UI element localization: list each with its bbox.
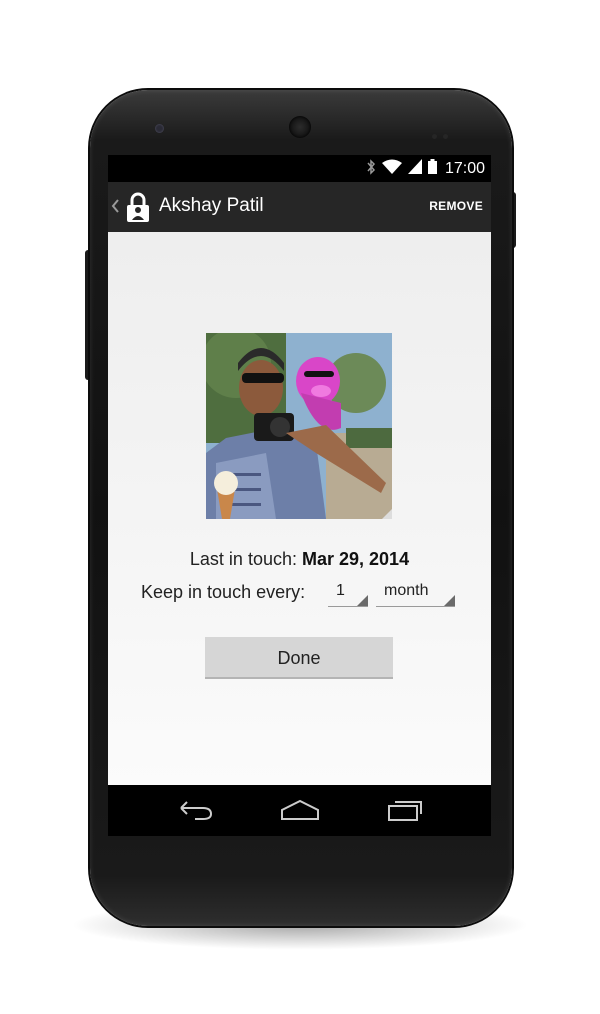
- keep-in-touch-row: Keep in touch every: 1 month: [108, 582, 491, 610]
- interval-unit-spinner[interactable]: month: [376, 582, 455, 607]
- spinner-arrow-icon: [357, 595, 368, 606]
- cell-signal-icon: [407, 159, 422, 179]
- battery-icon: [427, 159, 437, 179]
- lock-icon[interactable]: [124, 191, 152, 223]
- interval-value-spinner[interactable]: 1: [328, 582, 368, 607]
- bluetooth-icon: [366, 158, 376, 180]
- interval-unit: month: [384, 582, 429, 599]
- contact-detail-content: Last in touch: Mar 29, 2014 Keep in touc…: [108, 232, 491, 785]
- wifi-icon: [381, 159, 402, 179]
- proximity-sensors: [432, 126, 454, 139]
- done-button[interactable]: Done: [205, 637, 393, 679]
- remove-button[interactable]: REMOVE: [429, 199, 483, 213]
- home-icon[interactable]: [278, 795, 322, 825]
- status-bar: 17:00: [108, 155, 491, 182]
- contact-photo[interactable]: [206, 333, 392, 519]
- back-icon[interactable]: [173, 795, 217, 825]
- navigation-bar: [108, 785, 491, 836]
- contact-name-title: Akshay Patil: [159, 195, 264, 216]
- last-in-touch-date: Mar 29, 2014: [302, 549, 410, 569]
- page: 17:00 Akshay Patil REMOVE Last in touch:…: [0, 0, 600, 1014]
- chevron-left-icon[interactable]: [110, 196, 122, 216]
- last-in-touch-label: Last in touch:: [189, 549, 297, 569]
- spinner-arrow-icon: [444, 595, 455, 606]
- recents-icon[interactable]: [383, 795, 427, 825]
- earpiece-speaker: [289, 116, 311, 138]
- photo-corner-indicator: [382, 509, 392, 519]
- front-camera: [155, 124, 164, 133]
- action-bar: Akshay Patil REMOVE: [108, 182, 491, 232]
- status-icons: 17:00: [366, 158, 485, 180]
- device-screen: 17:00 Akshay Patil REMOVE Last in touch:…: [108, 155, 491, 836]
- keep-in-touch-label: Keep in touch every:: [141, 582, 306, 602]
- status-time: 17:00: [444, 160, 485, 177]
- last-in-touch-line: Last in touch: Mar 29, 2014: [108, 549, 491, 570]
- interval-value: 1: [336, 582, 345, 599]
